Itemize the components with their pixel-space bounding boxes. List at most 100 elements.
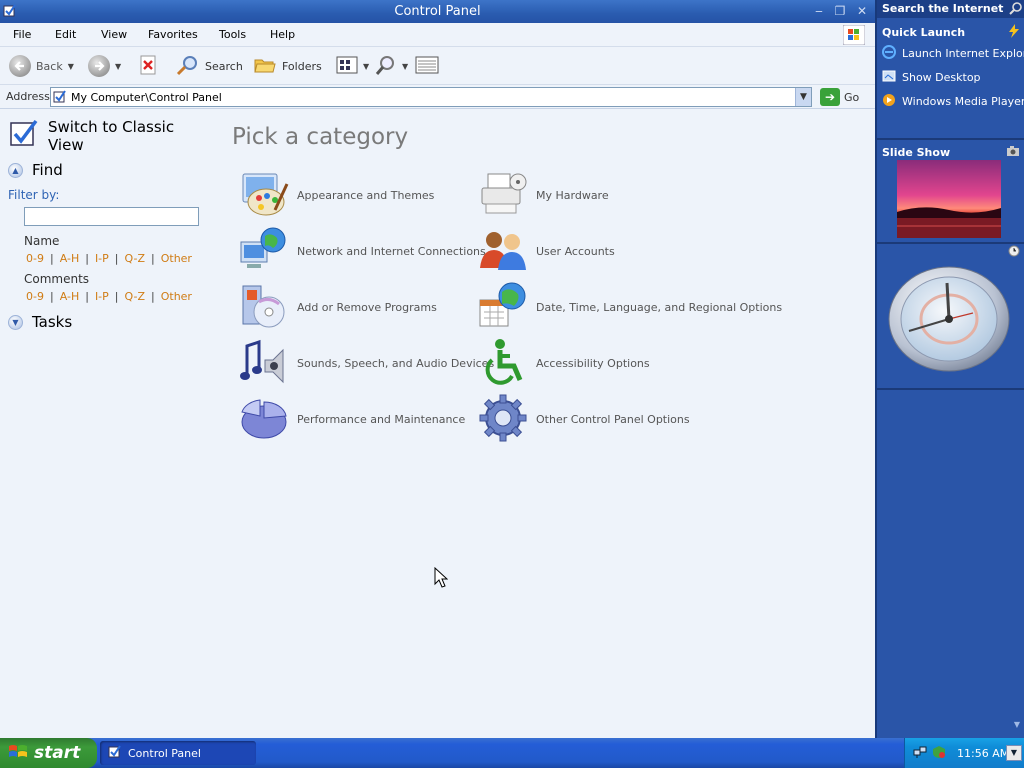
start-button[interactable]: start — [0, 738, 97, 768]
slide-show-header: Slide Show — [882, 146, 951, 159]
category-add-remove-programs[interactable]: Add or Remove Programs — [239, 282, 437, 333]
address-bar: Address My Computer\Control Panel ▼ ➔ Go — [0, 85, 875, 109]
category-network-internet[interactable]: Network and Internet Connections — [239, 226, 486, 277]
switch-classic-view-link[interactable]: Switch to Classic View — [8, 118, 188, 154]
back-dropdown-icon[interactable]: ▼ — [68, 62, 74, 71]
switch-classic-view-label: Switch to Classic View — [48, 118, 175, 154]
category-user-accounts[interactable]: User Accounts — [478, 226, 615, 277]
category-date-time-language[interactable]: Date, Time, Language, and Regional Optio… — [478, 282, 782, 333]
name-filter-other[interactable]: Other — [161, 252, 192, 265]
name-filter-links: 0-9 | A-H | I-P | Q-Z | Other — [26, 252, 192, 265]
category-other-options[interactable]: Other Control Panel Options — [478, 394, 690, 445]
mouse-cursor-icon — [434, 566, 449, 592]
restore-button[interactable]: ❐ — [832, 4, 848, 18]
name-filter-0-9[interactable]: 0-9 — [26, 252, 44, 265]
separator: | — [49, 252, 54, 265]
search-button[interactable]: Search — [176, 55, 243, 77]
quick-launch-header: Quick Launch — [882, 26, 966, 39]
menu-file[interactable]: File — [13, 28, 31, 41]
task-label: Control Panel — [128, 746, 201, 760]
details-button[interactable] — [415, 55, 439, 77]
menu-tools[interactable]: Tools — [219, 28, 246, 41]
slideshow-image[interactable] — [897, 160, 1001, 238]
forward-button[interactable]: ▼ — [88, 55, 121, 77]
category-accessibility[interactable]: Accessibility Options — [478, 338, 650, 389]
explorer-window: Control Panel ‒ ❐ ✕ File Edit View Favor… — [0, 0, 875, 738]
sidebar-scroll-down-icon[interactable]: ▼ — [1014, 720, 1020, 729]
comments-filter-q-z[interactable]: Q-Z — [125, 290, 145, 303]
category-label: User Accounts — [536, 245, 615, 258]
calendar-globe-icon — [478, 282, 528, 333]
views-dropdown-icon[interactable]: ▼ — [363, 62, 369, 71]
sidebar-toggle-button[interactable]: ▼ — [1006, 745, 1022, 761]
address-dropdown-icon[interactable]: ▼ — [795, 88, 811, 106]
address-field[interactable]: My Computer\Control Panel ▼ — [50, 87, 812, 107]
forward-dropdown-icon[interactable]: ▼ — [115, 62, 121, 71]
page-title: Pick a category — [232, 124, 409, 150]
menu-favorites[interactable]: Favorites — [148, 28, 198, 41]
search-icon[interactable] — [1009, 1, 1023, 18]
internet-search-box[interactable]: Search the Internet — [877, 0, 1024, 18]
stop-button[interactable] — [138, 55, 158, 77]
back-button[interactable]: Back ▼ — [9, 55, 74, 77]
category-sounds-audio[interactable]: Sounds, Speech, and Audio Devices — [239, 338, 494, 389]
menu-help[interactable]: Help — [270, 28, 295, 41]
wheelchair-icon — [478, 338, 528, 389]
minimize-button[interactable]: ‒ — [811, 4, 827, 18]
comments-filter-other[interactable]: Other — [161, 290, 192, 303]
category-label: My Hardware — [536, 189, 609, 202]
stop-icon — [138, 55, 158, 78]
title-bar[interactable]: Control Panel ‒ ❐ ✕ — [0, 0, 875, 23]
separator: | — [114, 290, 119, 303]
close-button[interactable]: ✕ — [854, 4, 870, 18]
separator: | — [151, 252, 155, 265]
tasks-section-header[interactable]: ▼ Tasks — [8, 313, 72, 331]
zoom-button[interactable]: ▼ — [375, 55, 408, 77]
comments-filter-i-p[interactable]: I-P — [95, 290, 109, 303]
category-label: Network and Internet Connections — [297, 245, 486, 258]
find-section-header[interactable]: ▲ Find — [8, 161, 63, 179]
name-filter-label: Name — [24, 234, 60, 248]
task-pane: Switch to Classic View ▲ Find Filter by:… — [0, 110, 215, 738]
separator: | — [85, 252, 89, 265]
name-filter-q-z[interactable]: Q-Z — [125, 252, 145, 265]
menu-view[interactable]: View — [101, 28, 127, 41]
category-performance-maintenance[interactable]: Performance and Maintenance — [239, 394, 465, 445]
views-button[interactable]: ▼ — [336, 55, 369, 77]
zoom-dropdown-icon[interactable]: ▼ — [402, 62, 408, 71]
comments-filter-a-h[interactable]: A-H — [60, 290, 80, 303]
category-my-hardware[interactable]: My Hardware — [478, 170, 609, 221]
quick-launch-ie[interactable]: Launch Internet Explorer — [882, 45, 1024, 62]
name-filter-a-h[interactable]: A-H — [60, 252, 80, 265]
quick-launch-label: Windows Media Player — [902, 95, 1024, 108]
quick-launch-show-desktop[interactable]: Show Desktop — [882, 69, 981, 86]
gadget-divider — [877, 138, 1024, 140]
sidebar-gadgets: Search the Internet Quick Launch Launch … — [875, 0, 1024, 738]
menu-edit[interactable]: Edit — [55, 28, 76, 41]
classic-view-icon — [8, 118, 40, 154]
category-view: Pick a category Appearance and Themes My… — [215, 110, 875, 738]
expand-chevron-icon: ▼ — [8, 314, 23, 330]
comments-filter-0-9[interactable]: 0-9 — [26, 290, 44, 303]
network-tray-icon[interactable] — [913, 745, 927, 762]
folders-button[interactable]: Folders — [253, 55, 322, 77]
separator: | — [151, 290, 155, 303]
separator: | — [85, 290, 89, 303]
security-alert-tray-icon[interactable] — [932, 745, 946, 762]
analog-clock[interactable] — [887, 265, 1013, 373]
gear-icon — [478, 394, 528, 445]
gadget-divider — [877, 242, 1024, 244]
separator: | — [49, 290, 54, 303]
category-appearance-themes[interactable]: Appearance and Themes — [239, 170, 434, 221]
quick-launch-media-player[interactable]: Windows Media Player — [882, 93, 1024, 110]
category-label: Add or Remove Programs — [297, 301, 437, 314]
taskbar-control-panel[interactable]: Control Panel — [100, 741, 256, 765]
taskbar-clock[interactable]: 11:56 AM — [957, 747, 1009, 760]
go-arrow-icon: ➔ — [820, 88, 840, 106]
gadget-divider — [877, 388, 1024, 390]
address-value: My Computer\Control Panel — [71, 91, 222, 104]
filter-input[interactable] — [24, 207, 199, 226]
details-icon — [415, 55, 439, 78]
name-filter-i-p[interactable]: I-P — [95, 252, 109, 265]
go-button[interactable]: ➔ Go — [820, 88, 859, 106]
